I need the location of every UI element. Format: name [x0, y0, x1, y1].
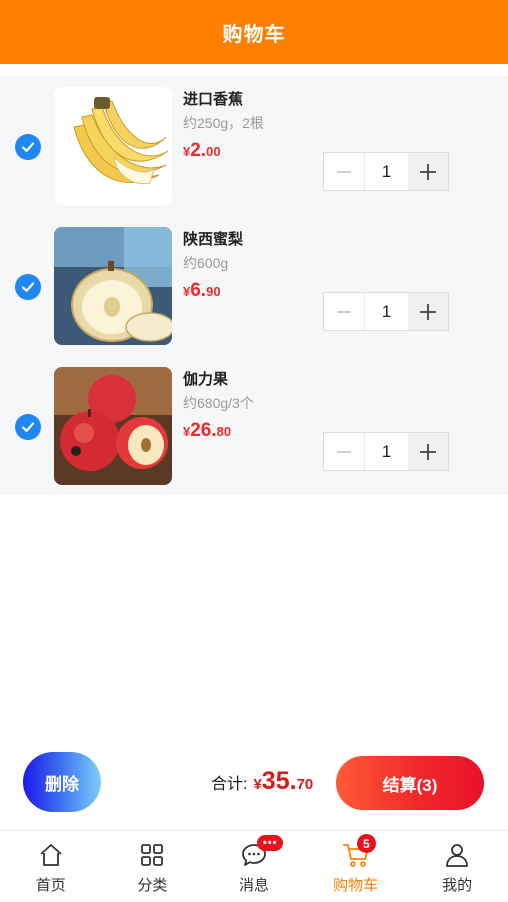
- item-checkbox[interactable]: [15, 134, 41, 160]
- minus-icon: [337, 310, 351, 313]
- minus-icon: [337, 170, 351, 173]
- total-integer: 35.: [261, 767, 297, 795]
- tab-profile[interactable]: 我的: [406, 831, 508, 902]
- item-spec: 约680g/3个: [183, 395, 254, 411]
- quantity-value[interactable]: 1: [364, 153, 408, 190]
- item-name: 进口香蕉: [183, 91, 244, 108]
- cart-list: 进口香蕉 约250g，2根 ¥2.00 1 陕西蜜梨 约600g ¥6.90 1…: [0, 76, 508, 495]
- cart-item: 伽力果 约680g/3个 ¥26.80 1: [0, 356, 508, 496]
- price-decimal: 80: [216, 424, 232, 439]
- total-label: 合计:: [211, 776, 248, 793]
- quantity-stepper: 1: [323, 292, 449, 331]
- total-price: 合计: ¥35. 70: [211, 767, 313, 801]
- increase-button[interactable]: [408, 293, 448, 330]
- quantity-stepper: 1: [323, 152, 449, 191]
- item-checkbox[interactable]: [15, 274, 41, 300]
- item-checkbox[interactable]: [15, 414, 41, 440]
- page-title: 购物车: [222, 23, 286, 46]
- total-decimal: 70: [296, 776, 314, 793]
- item-spec: 约250g，2根: [183, 115, 264, 131]
- tab-label: 首页: [35, 877, 66, 894]
- increase-button[interactable]: [408, 153, 448, 190]
- price-integer: 6.: [190, 280, 207, 301]
- price-integer: 26.: [190, 420, 217, 441]
- tab-messages[interactable]: ••• 消息: [203, 831, 305, 902]
- item-price: ¥26.80: [183, 420, 231, 442]
- tab-cart[interactable]: 5 购物车: [305, 831, 407, 902]
- price-decimal: 00: [206, 144, 221, 159]
- delete-button[interactable]: 删除: [23, 752, 101, 812]
- message-badge: •••: [257, 835, 284, 851]
- minus-icon: [337, 450, 351, 453]
- cart-item: 进口香蕉 约250g，2根 ¥2.00 1: [0, 76, 508, 216]
- quantity-value[interactable]: 1: [364, 293, 408, 330]
- item-spec: 约600g: [183, 255, 229, 271]
- check-icon: [21, 282, 35, 292]
- quantity-value[interactable]: 1: [364, 433, 408, 470]
- user-icon: [443, 841, 471, 869]
- plus-icon: [420, 303, 436, 320]
- tab-label: 我的: [442, 877, 473, 894]
- quantity-stepper: 1: [323, 432, 449, 471]
- increase-button[interactable]: [408, 433, 448, 470]
- decrease-button[interactable]: [324, 153, 364, 190]
- pear-image[interactable]: [54, 227, 172, 345]
- decrease-button[interactable]: [324, 433, 364, 470]
- checkout-button[interactable]: 结算(3): [336, 756, 484, 810]
- banana-image[interactable]: [54, 87, 172, 205]
- plus-icon: [420, 443, 436, 460]
- decrease-button[interactable]: [324, 293, 364, 330]
- app-header: 购物车: [0, 0, 508, 64]
- item-name: 伽力果: [183, 371, 229, 388]
- item-name: 陕西蜜梨: [183, 231, 244, 248]
- cart-item: 陕西蜜梨 约600g ¥6.90 1: [0, 216, 508, 356]
- tab-home[interactable]: 首页: [0, 831, 102, 902]
- check-icon: [21, 142, 35, 152]
- plus-icon: [420, 163, 436, 180]
- bottom-tab-bar: 首页 分类 ••• 消息 5 购物车 我的: [0, 830, 508, 902]
- check-icon: [21, 422, 35, 432]
- total-currency: ¥: [253, 776, 262, 793]
- tab-label: 购物车: [333, 877, 379, 894]
- tab-category[interactable]: 分类: [102, 831, 204, 902]
- apple-image[interactable]: [54, 367, 172, 485]
- price-decimal: 90: [206, 284, 221, 299]
- cart-count-badge: 5: [356, 834, 376, 853]
- tab-label: 消息: [238, 877, 269, 894]
- item-price: ¥6.90: [183, 280, 221, 302]
- tab-label: 分类: [137, 877, 168, 894]
- home-icon: [37, 841, 65, 869]
- price-integer: 2.: [190, 140, 207, 161]
- category-icon: [138, 841, 166, 869]
- item-price: ¥2.00: [183, 140, 221, 162]
